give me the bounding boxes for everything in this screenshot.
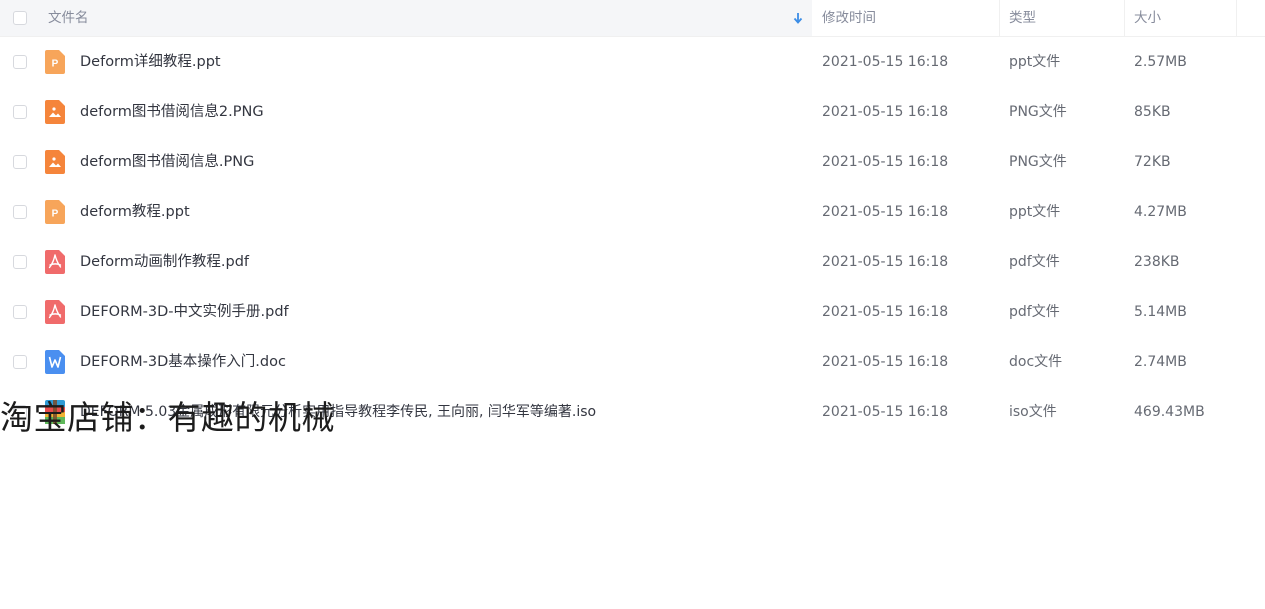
sort-descending-icon[interactable] bbox=[792, 10, 804, 26]
file-name[interactable]: DEFORM-3D-中文实例手册.pdf bbox=[80, 287, 289, 337]
file-modified-time: 2021-05-15 16:18 bbox=[822, 354, 949, 370]
type-column-header[interactable]: 类型 bbox=[1009, 0, 1036, 36]
file-name[interactable]: Deform动画制作教程.pdf bbox=[80, 237, 249, 287]
file-row[interactable]: Deform动画制作教程.pdf 2021-05-15 16:18 pdf文件 … bbox=[0, 237, 1265, 287]
column-divider bbox=[1236, 0, 1237, 36]
svg-text:P: P bbox=[52, 209, 59, 220]
word-file-icon bbox=[45, 350, 65, 374]
file-name[interactable]: deform图书借阅信息2.PNG bbox=[80, 87, 264, 137]
row-checkbox[interactable] bbox=[13, 305, 27, 319]
image-file-icon bbox=[45, 150, 65, 174]
file-type: PNG文件 bbox=[1009, 104, 1067, 120]
file-modified-time: 2021-05-15 16:18 bbox=[822, 204, 949, 220]
file-row[interactable]: DEFORM-3D-中文实例手册.pdf 2021-05-15 16:18 pd… bbox=[0, 287, 1265, 337]
pdf-file-icon bbox=[45, 250, 65, 274]
file-size: 238KB bbox=[1134, 254, 1180, 270]
file-name[interactable]: deform教程.ppt bbox=[80, 187, 190, 237]
file-modified-time: 2021-05-15 16:18 bbox=[822, 104, 949, 120]
row-checkbox[interactable] bbox=[13, 255, 27, 269]
file-name[interactable]: deform图书借阅信息.PNG bbox=[80, 137, 254, 187]
row-checkbox[interactable] bbox=[13, 55, 27, 69]
file-name[interactable]: DEFORM-3D基本操作入门.doc bbox=[80, 337, 286, 387]
row-checkbox[interactable] bbox=[13, 355, 27, 369]
column-divider bbox=[1124, 0, 1125, 36]
file-type: ppt文件 bbox=[1009, 54, 1061, 70]
row-checkbox[interactable] bbox=[13, 205, 27, 219]
file-row[interactable]: P deform教程.ppt 2021-05-15 16:18 ppt文件 4.… bbox=[0, 187, 1265, 237]
file-size: 85KB bbox=[1134, 104, 1171, 120]
file-modified-time: 2021-05-15 16:18 bbox=[822, 304, 949, 320]
file-modified-time: 2021-05-15 16:18 bbox=[822, 404, 949, 420]
file-type: pdf文件 bbox=[1009, 254, 1060, 270]
file-size: 5.14MB bbox=[1134, 304, 1187, 320]
file-row[interactable]: P Deform详细教程.ppt 2021-05-15 16:18 ppt文件 … bbox=[0, 37, 1265, 87]
file-type: ppt文件 bbox=[1009, 204, 1061, 220]
file-row[interactable]: DEFORM-3D基本操作入门.doc 2021-05-15 16:18 doc… bbox=[0, 337, 1265, 387]
file-list-page: 文件名 修改时间 类型 大小 P Deform详细教程.ppt 2021-05-… bbox=[0, 0, 1265, 609]
file-list-header: 文件名 修改时间 类型 大小 bbox=[0, 0, 1265, 37]
file-modified-time: 2021-05-15 16:18 bbox=[822, 154, 949, 170]
svg-text:P: P bbox=[52, 59, 59, 70]
file-type: pdf文件 bbox=[1009, 304, 1060, 320]
column-divider bbox=[999, 0, 1000, 36]
file-row[interactable]: deform图书借阅信息2.PNG 2021-05-15 16:18 PNG文件… bbox=[0, 87, 1265, 137]
file-row[interactable]: deform图书借阅信息.PNG 2021-05-15 16:18 PNG文件 … bbox=[0, 137, 1265, 187]
modified-column-header[interactable]: 修改时间 bbox=[822, 0, 876, 36]
pdf-file-icon bbox=[45, 300, 65, 324]
file-size: 4.27MB bbox=[1134, 204, 1187, 220]
size-column-header[interactable]: 大小 bbox=[1134, 0, 1161, 36]
image-file-icon bbox=[45, 100, 65, 124]
shop-watermark-text: 淘宝店铺：有趣的机械 bbox=[0, 398, 335, 437]
file-size: 72KB bbox=[1134, 154, 1171, 170]
file-name[interactable]: Deform详细教程.ppt bbox=[80, 37, 221, 87]
ppt-file-icon: P bbox=[45, 200, 65, 224]
name-column-header-bg bbox=[0, 0, 812, 36]
file-size: 2.57MB bbox=[1134, 54, 1187, 70]
file-type: iso文件 bbox=[1009, 404, 1057, 420]
file-type: doc文件 bbox=[1009, 354, 1063, 370]
file-size: 2.74MB bbox=[1134, 354, 1187, 370]
select-all-checkbox[interactable] bbox=[13, 11, 27, 25]
row-checkbox[interactable] bbox=[13, 105, 27, 119]
row-checkbox[interactable] bbox=[13, 155, 27, 169]
ppt-file-icon: P bbox=[45, 50, 65, 74]
file-type: PNG文件 bbox=[1009, 154, 1067, 170]
file-modified-time: 2021-05-15 16:18 bbox=[822, 254, 949, 270]
file-size: 469.43MB bbox=[1134, 404, 1205, 420]
name-column-header[interactable]: 文件名 bbox=[48, 0, 89, 36]
file-modified-time: 2021-05-15 16:18 bbox=[822, 54, 949, 70]
